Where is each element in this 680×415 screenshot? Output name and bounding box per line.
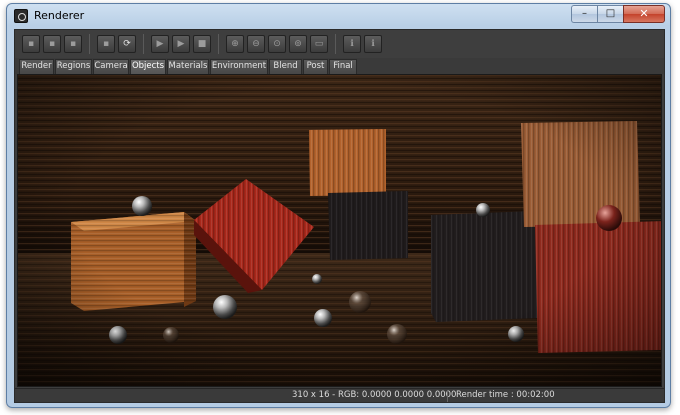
info-icon: ℹ [350, 39, 354, 49]
tab-final[interactable]: Final [329, 59, 357, 74]
rendered-image [18, 75, 661, 386]
tab-render[interactable]: Render [19, 59, 54, 74]
zoom-actual-button[interactable]: ⊚ [289, 35, 307, 53]
save-image-button[interactable]: ▪ [43, 35, 61, 53]
tab-environment[interactable]: Environment [210, 59, 268, 74]
tab-objects[interactable]: Objects [130, 59, 166, 74]
start-render-button[interactable]: ▶ [151, 35, 169, 53]
toolbar: ▪ ▪ ▪ ▪ ⟳ ▶ ▶ ■ ⊕ ⊖ ⊙ ⊚ ▭ ℹ ℹ [15, 30, 664, 58]
magnify-fit-icon: ⊙ [273, 39, 281, 49]
window-title: Renderer [34, 9, 85, 22]
minimize-button[interactable]: – [571, 5, 597, 23]
copy-image-button[interactable]: ▪ [64, 35, 82, 53]
title-bar[interactable]: Renderer – □ ✕ [7, 4, 670, 29]
stop-render-button[interactable]: ■ [193, 35, 211, 53]
play-icon: ▶ [156, 39, 164, 49]
window-fit-button[interactable]: ▭ [310, 35, 328, 53]
magnify-plus-icon: ⊕ [231, 39, 239, 49]
folder-icon: ▪ [27, 39, 35, 49]
window-icon: ▭ [314, 39, 324, 49]
tab-blend[interactable]: Blend [269, 59, 302, 74]
status-divider [447, 390, 448, 402]
toolbar-separator [89, 34, 90, 54]
toolbar-separator [143, 34, 144, 54]
zoom-fit-button[interactable]: ⊙ [268, 35, 286, 53]
maximize-button[interactable]: □ [597, 5, 623, 23]
tab-materials[interactable]: Materials [167, 59, 209, 74]
app-icon [14, 9, 28, 23]
render-viewport[interactable] [17, 74, 662, 387]
window-controls: – □ ✕ [571, 5, 665, 23]
open-image-button[interactable]: ▪ [22, 35, 40, 53]
disk-icon: ▪ [48, 39, 56, 49]
stop-icon: ■ [197, 39, 207, 49]
close-button[interactable]: ✕ [623, 5, 665, 23]
refresh-icon: ⟳ [123, 39, 131, 49]
toolbar-separator [335, 34, 336, 54]
copy-icon: ▪ [69, 39, 77, 49]
info-button[interactable]: ℹ [343, 35, 361, 53]
play-frame-icon: ▶ [177, 39, 185, 49]
zoom-in-button[interactable]: ⊕ [226, 35, 244, 53]
grid-icon: ▪ [102, 39, 110, 49]
tab-camera[interactable]: Camera [93, 59, 129, 74]
tab-regions[interactable]: Regions [55, 59, 92, 74]
magnify-one-icon: ⊚ [294, 39, 302, 49]
toolbar-separator [218, 34, 219, 54]
renderer-client-area: ▪ ▪ ▪ ▪ ⟳ ▶ ▶ ■ ⊕ ⊖ ⊙ ⊚ ▭ ℹ ℹ Render Regions Camera Objec… [14, 29, 665, 403]
stats-button[interactable]: ℹ [364, 35, 382, 53]
clear-button[interactable]: ▪ [97, 35, 115, 53]
stats-icon: ℹ [371, 39, 375, 49]
render-time-readout: Render time : 00:02:00 [456, 390, 555, 400]
status-bar: 310 x 16 - RGB: 0.0000 0.0000 0.0000 Ren… [15, 388, 664, 402]
tab-bar: Render Regions Camera Objects Materials Envir… [15, 58, 664, 74]
play-region-button[interactable]: ▶ [172, 35, 190, 53]
renderer-window: Renderer – □ ✕ ▪ ▪ ▪ ▪ ⟳ ▶ ▶ ■ ⊕ ⊖ ⊙ ⊚ ▭ ℹ ℹ Render Reg… [6, 3, 671, 408]
zoom-out-button[interactable]: ⊖ [247, 35, 265, 53]
magnify-minus-icon: ⊖ [252, 39, 260, 49]
refresh-button[interactable]: ⟳ [118, 35, 136, 53]
tab-post[interactable]: Post [303, 59, 328, 74]
pixel-info-readout: 310 x 16 - RGB: 0.0000 0.0000 0.0000 [292, 390, 457, 400]
